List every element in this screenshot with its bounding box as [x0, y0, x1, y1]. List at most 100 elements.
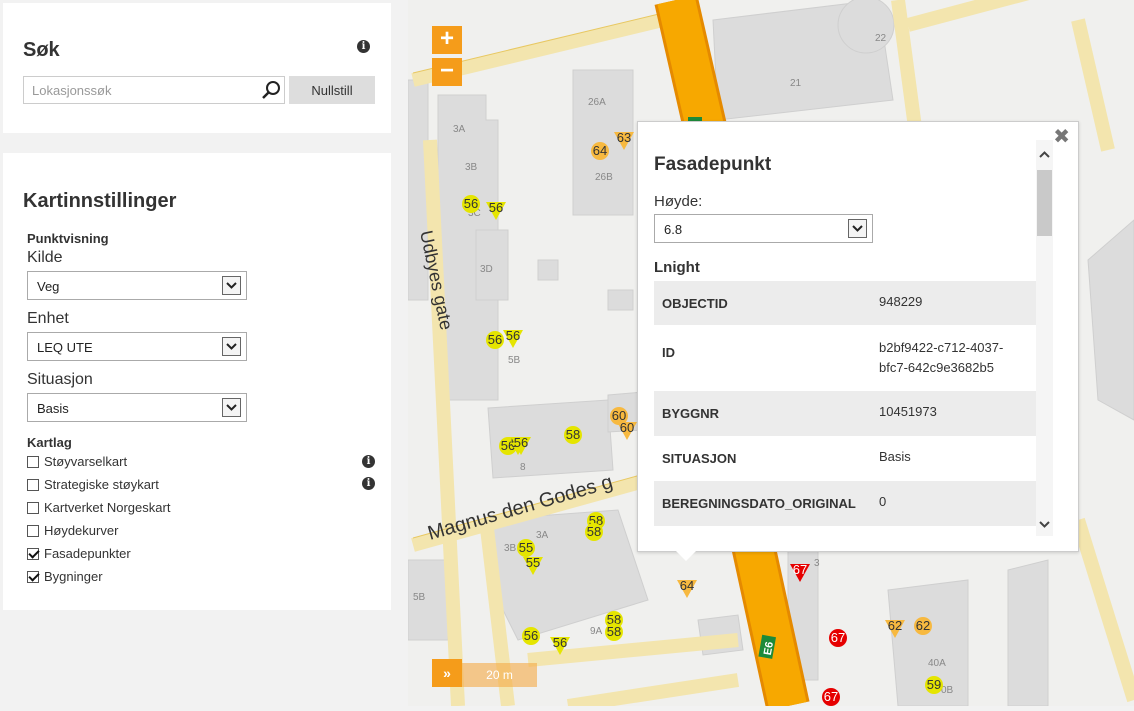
marker-value: 60 — [620, 420, 634, 435]
facade-point-marker[interactable]: 56 — [522, 627, 540, 645]
marker-value: 59 — [927, 677, 941, 692]
layer-fasadepunkter[interactable]: Fasadepunkter — [27, 546, 131, 562]
kilde-label: Kilde — [27, 249, 63, 266]
facade-point-marker[interactable]: 56 — [486, 331, 504, 349]
facade-point-marker[interactable]: 60 — [617, 420, 637, 440]
layer-label: Bygninger — [44, 569, 103, 584]
popup-title: Fasadepunkt — [654, 154, 772, 175]
marker-value: 64 — [680, 578, 694, 593]
attribute-key: OBJECTID — [662, 296, 728, 311]
attribute-value: 10451973 — [879, 404, 937, 419]
zoom-in-button[interactable]: + — [432, 26, 462, 54]
scrollbar-thumb[interactable] — [1037, 170, 1052, 236]
facade-point-marker[interactable]: 58 — [585, 523, 603, 541]
facade-point-marker[interactable]: 67 — [829, 629, 847, 647]
attribute-value: 0 — [879, 494, 887, 509]
address-label: 3B — [504, 543, 517, 554]
layer-stoyvarselkart[interactable]: Støyvarselkart — [27, 454, 127, 470]
attribute-value: Basis — [879, 449, 911, 464]
layer-label: Strategiske støykart — [44, 477, 159, 492]
marker-value: 67 — [831, 630, 845, 645]
settings-title: Kartinnstillinger — [23, 190, 177, 212]
enhet-label: Enhet — [27, 310, 69, 327]
layer-kartverket-norgeskart[interactable]: Kartverket Norgeskart — [27, 500, 170, 516]
address-label: 26A — [588, 97, 606, 108]
popup-scrollbar[interactable] — [1036, 140, 1053, 536]
attribute-key: ID — [662, 345, 675, 360]
checkbox[interactable] — [27, 479, 39, 491]
search-info-icon[interactable]: i — [357, 40, 370, 53]
kilde-select[interactable]: Veg — [27, 271, 247, 300]
facade-point-marker[interactable]: 56 — [503, 328, 523, 348]
situasjon-label: Situasjon — [27, 371, 93, 388]
zoom-out-button[interactable]: − — [432, 58, 462, 86]
marker-value: 55 — [519, 540, 533, 555]
marker-value: 63 — [617, 130, 631, 145]
layer-label: Høydekurver — [44, 523, 119, 538]
layer-hoydekurver[interactable]: Høydekurver — [27, 523, 118, 539]
map-settings-panel: Kartinnstillinger Punktvisning Kilde Veg… — [3, 153, 391, 610]
fasadepunkt-popup: ✖ Fasadepunkt Høyde: 6.8 Lnight OBJECTID… — [637, 121, 1079, 561]
layer-label: Kartverket Norgeskart — [44, 500, 171, 515]
address-label: 8 — [520, 462, 526, 473]
address-label: 3A — [536, 530, 549, 541]
search-icon[interactable] — [261, 80, 281, 100]
address-label: 0B — [941, 685, 954, 696]
facade-point-marker[interactable]: 64 — [677, 578, 697, 598]
scale-bar: 20 m — [462, 663, 537, 687]
kartlag-heading: Kartlag — [27, 435, 72, 450]
enhet-select-value: LEQ UTE — [37, 340, 93, 355]
marker-value: 56 — [553, 635, 567, 650]
checkbox[interactable] — [27, 502, 39, 514]
situasjon-select[interactable]: Basis — [27, 393, 247, 422]
checkbox-checked[interactable] — [27, 571, 39, 583]
facade-point-marker[interactable]: 64 — [591, 142, 609, 160]
facade-point-marker[interactable]: 56 — [462, 195, 480, 213]
layer-label: Fasadepunkter — [44, 546, 131, 561]
kilde-select-value: Veg — [37, 279, 60, 294]
close-icon[interactable]: ✖ — [1053, 124, 1070, 149]
reset-button[interactable]: Nullstill — [289, 76, 375, 104]
marker-value: 58 — [566, 427, 580, 442]
facade-point-marker[interactable]: 67 — [822, 688, 840, 706]
checkbox[interactable] — [27, 456, 39, 468]
attribute-row: ID b2bf9422-c712-4037-bfc7-642c9e3682b5 — [654, 325, 1036, 391]
attribute-row: OBJECTID 948229 — [654, 281, 1036, 325]
layer-strategiske-stoykart[interactable]: Strategiske støykart — [27, 477, 159, 493]
hoyde-select[interactable]: 6.8 — [654, 214, 873, 243]
attribute-key: SITUASJON — [662, 451, 737, 466]
info-icon[interactable]: i — [362, 477, 375, 490]
facade-point-marker[interactable]: 58 — [605, 623, 623, 641]
enhet-select[interactable]: LEQ UTE — [27, 332, 247, 361]
chevron-down-icon[interactable] — [1039, 521, 1050, 528]
address-label: 3D — [480, 264, 493, 275]
facade-point-marker[interactable]: 58 — [564, 426, 582, 444]
search-title: Søk — [23, 39, 60, 61]
punktvisning-heading: Punktvisning — [27, 231, 109, 246]
layer-name: Lnight — [654, 259, 700, 276]
chevron-up-icon[interactable] — [1039, 151, 1050, 158]
expand-panel-button[interactable]: » — [432, 659, 462, 687]
checkbox[interactable] — [27, 525, 39, 537]
marker-value: 56 — [514, 435, 528, 450]
address-label: 26B — [595, 172, 613, 183]
marker-value: 56 — [489, 200, 503, 215]
facade-point-marker[interactable]: 62 — [914, 617, 932, 635]
marker-value: 56 — [488, 332, 502, 347]
marker-value: 67 — [793, 562, 807, 577]
layer-bygninger[interactable]: Bygninger — [27, 569, 103, 585]
facade-point-marker[interactable]: 59 — [925, 676, 943, 694]
info-icon[interactable]: i — [362, 455, 375, 468]
hoyde-label: Høyde: — [654, 193, 703, 210]
address-label: 21 — [790, 78, 802, 89]
attribute-key: BYGGNR — [662, 406, 720, 421]
marker-value: 55 — [526, 555, 540, 570]
address-label: 9A — [590, 626, 603, 637]
location-search-input[interactable] — [24, 77, 254, 103]
address-label: 40A — [928, 658, 946, 669]
popup-tail — [676, 551, 696, 561]
situasjon-select-value: Basis — [37, 401, 69, 416]
marker-value: 56 — [506, 328, 520, 343]
attribute-key: BEREGNINGSDATO_ORIGINAL — [662, 496, 856, 511]
checkbox-checked[interactable] — [27, 548, 39, 560]
